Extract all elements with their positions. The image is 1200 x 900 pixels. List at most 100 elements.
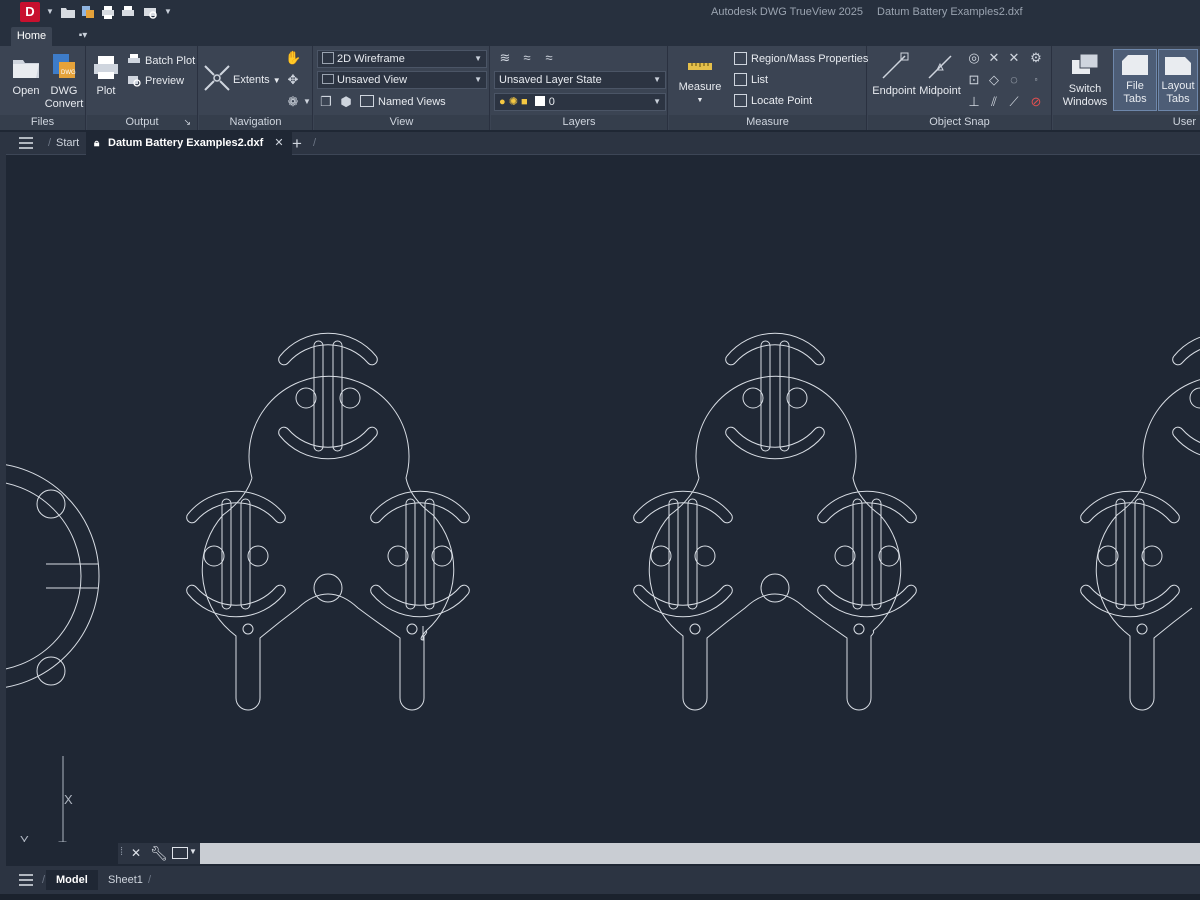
- region-mass-button[interactable]: Region/Mass Properties: [734, 50, 868, 68]
- command-history-icon[interactable]: [172, 847, 188, 859]
- extents-label: Extents: [233, 74, 270, 86]
- chevron-down-icon: ▼: [696, 97, 704, 104]
- user-interface-panel-title: User: [1053, 115, 1200, 130]
- app-logo[interactable]: D: [20, 2, 40, 22]
- batch-plot-icon[interactable]: [120, 4, 136, 20]
- lightbulb-icon: ●: [499, 96, 506, 108]
- tab-model[interactable]: Model: [46, 870, 98, 890]
- new-tab-plus-icon[interactable]: +: [292, 132, 302, 155]
- saved-view-dropdown[interactable]: Unsaved View ▼: [317, 71, 487, 89]
- named-views-button[interactable]: Named Views: [360, 93, 446, 111]
- layout-tabs-bar: / Model Sheet1 /: [0, 866, 1200, 894]
- zoom-extents-icon[interactable]: [203, 64, 231, 92]
- close-icon[interactable]: ✕: [131, 846, 141, 860]
- left-ring-part: [6, 464, 100, 688]
- measure-panel: Measure ▼ Region/Mass Properties List Lo…: [669, 46, 868, 130]
- batch-plot-button[interactable]: Batch Plot: [127, 52, 195, 70]
- file-tabs-icon: [1122, 55, 1148, 75]
- battery-part-3: [1080, 332, 1200, 711]
- midpoint-label: Midpoint: [919, 85, 961, 97]
- tab-start[interactable]: Start: [56, 132, 79, 155]
- chevron-down-icon: ▼: [474, 75, 482, 84]
- list-button[interactable]: List: [734, 71, 768, 89]
- hamburger-menu-icon[interactable]: [19, 874, 33, 886]
- battery-part-1: [186, 332, 470, 711]
- tab-separator: /: [48, 137, 52, 149]
- drawing-canvas[interactable]: X Y: [6, 156, 1200, 842]
- plot-button[interactable]: Plot: [90, 52, 122, 98]
- layer-properties-icon[interactable]: ≋: [497, 50, 513, 66]
- extents-dropdown[interactable]: Extents ▼: [233, 71, 281, 89]
- view-cube-icon[interactable]: ⬢: [338, 94, 354, 110]
- midpoint-snap-icon: [928, 55, 952, 79]
- layer-dropdown[interactable]: ● ✺ ■ 0 ▼: [494, 93, 666, 111]
- named-views-icon: [360, 95, 374, 107]
- chevron-down-icon[interactable]: ▼: [189, 847, 197, 856]
- open-folder-icon[interactable]: [60, 4, 76, 20]
- app-menu-chevron-icon[interactable]: ▼: [42, 4, 58, 20]
- layout-tabs-icon: [1165, 57, 1191, 75]
- endpoint-snap-button[interactable]: Endpoint: [870, 52, 918, 98]
- clear-snaps-icon[interactable]: ⊘: [1028, 94, 1044, 110]
- locate-point-icon: [734, 94, 747, 107]
- layer-state-value: Unsaved Layer State: [499, 74, 602, 86]
- lock-icon: ■: [521, 96, 528, 108]
- battery-part-2: [633, 332, 917, 711]
- preview-icon[interactable]: [142, 4, 158, 20]
- perpendicular-snap-icon[interactable]: ⊥: [966, 94, 982, 110]
- dwg-convert-button[interactable]: DWG DWG Convert: [44, 52, 84, 111]
- plotter-icon: [94, 56, 118, 79]
- nearest-snap-icon[interactable]: ▫: [1028, 72, 1044, 88]
- ucs-icon: [58, 756, 67, 842]
- quadrant-snap-icon[interactable]: ◇: [986, 72, 1002, 88]
- dwg-convert-icon[interactable]: [80, 4, 96, 20]
- tangent-snap-icon[interactable]: ◌: [1006, 72, 1022, 88]
- view-panel: 2D Wireframe ▼ Unsaved View ▼ ❐ ⬢ Named Vi…: [314, 46, 490, 130]
- list-icon: [734, 73, 747, 86]
- viewport-icon[interactable]: ❐: [318, 94, 334, 110]
- view-panel-title: View: [314, 115, 489, 130]
- file-tabs-toggle[interactable]: File Tabs: [1113, 49, 1157, 111]
- open-button[interactable]: Open: [6, 52, 46, 98]
- snap-settings-icon[interactable]: ⚙: [1028, 50, 1044, 66]
- measure-button[interactable]: Measure ▼: [677, 56, 723, 107]
- tab-home[interactable]: Home: [11, 27, 52, 46]
- command-line[interactable]: ⁞ ✕ 🔧︎ ▼: [118, 843, 1200, 864]
- navigation-panel-title: Navigation: [199, 115, 312, 130]
- close-icon[interactable]: ✕: [274, 137, 283, 149]
- tab-sheet1[interactable]: Sheet1: [98, 870, 153, 890]
- chevron-down-icon[interactable]: ▼: [299, 94, 315, 110]
- intersection-snap-icon[interactable]: ✕: [986, 50, 1002, 66]
- layer-isolate-icon[interactable]: ≈: [519, 50, 535, 66]
- grip-icon[interactable]: ⁞: [120, 846, 123, 858]
- pan-hand-icon[interactable]: ✋: [285, 50, 301, 66]
- orbit-icon[interactable]: ✥: [285, 72, 301, 88]
- color-swatch-icon: [534, 96, 545, 106]
- parallel-snap-icon[interactable]: ⫽: [986, 94, 1002, 110]
- preview-button[interactable]: Preview: [127, 72, 184, 90]
- tab-active-drawing[interactable]: 🔒︎ Datum Battery Examples2.dxf ✕: [86, 132, 292, 155]
- extension-snap-icon[interactable]: ⟋: [1006, 94, 1022, 110]
- visual-style-dropdown[interactable]: 2D Wireframe ▼: [317, 50, 487, 68]
- layer-unisolate-icon[interactable]: ≈: [541, 50, 557, 66]
- svg-text:DWG: DWG: [61, 70, 76, 76]
- switch-windows-button[interactable]: Switch Windows: [1059, 52, 1111, 109]
- node-snap-icon[interactable]: ⊡: [966, 72, 982, 88]
- midpoint-snap-button[interactable]: Midpoint: [916, 52, 964, 98]
- command-line-tools: ⁞ ✕ 🔧︎ ▼: [118, 843, 200, 864]
- plot-icon[interactable]: [100, 4, 116, 20]
- qat-customize-chevron-icon[interactable]: ▼: [160, 4, 176, 20]
- center-snap-icon[interactable]: ◎: [966, 50, 982, 66]
- open-label: Open: [12, 85, 40, 97]
- workspace-toggle-icon[interactable]: ▪▾: [69, 29, 97, 43]
- layout-tabs-toggle[interactable]: Layout Tabs: [1158, 49, 1198, 111]
- file-tabs-label: File Tabs: [1123, 80, 1147, 105]
- output-expand-icon[interactable]: ↘: [183, 115, 191, 130]
- dwg-label-line1: DWG: [50, 85, 78, 97]
- hamburger-menu-icon[interactable]: [19, 137, 33, 149]
- layer-state-dropdown[interactable]: Unsaved Layer State ▼: [494, 71, 666, 89]
- locate-point-button[interactable]: Locate Point: [734, 92, 812, 110]
- ruler-icon: [688, 63, 712, 70]
- wrench-icon[interactable]: 🔧︎: [150, 845, 168, 862]
- apparent-intersection-snap-icon[interactable]: ✕: [1006, 50, 1022, 66]
